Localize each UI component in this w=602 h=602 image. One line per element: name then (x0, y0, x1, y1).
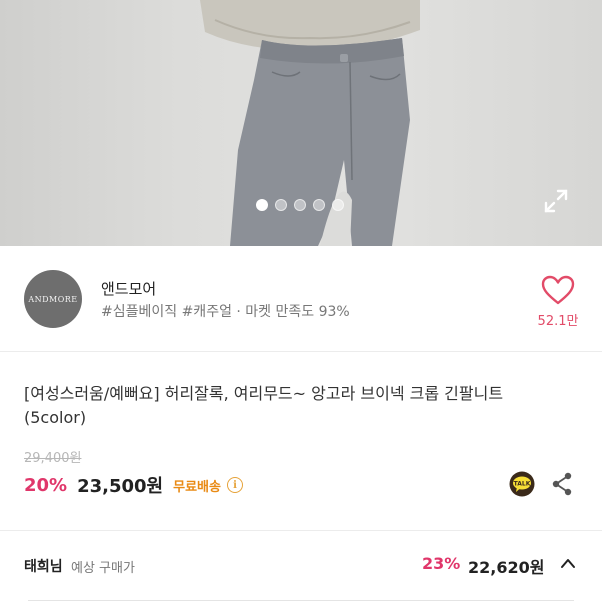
carousel-dot[interactable] (294, 199, 306, 211)
member-discount-rate: 23% (422, 554, 461, 573)
seller-row[interactable]: ANDMORE 앤드모어 #심플베이직 #캐주얼 · 마켓 만족도 93% (0, 246, 602, 352)
carousel-dot[interactable] (256, 199, 268, 211)
kakao-talk-icon[interactable]: TALK (509, 471, 535, 497)
product-image[interactable] (0, 0, 602, 246)
product-title: [여성스러움/예뻐요] 허리잘록, 여리무드~ 앙고라 브이넥 크롭 긴팔니트 … (24, 384, 504, 427)
chevron-up-icon[interactable] (560, 557, 576, 569)
seller-name[interactable]: 앤드모어 (101, 278, 156, 299)
section-divider (0, 530, 602, 531)
like-count: 52.1만 (537, 314, 579, 329)
kakao-talk-label: TALK (514, 481, 531, 488)
seller-logo-text: ANDMORE (28, 294, 78, 304)
member-name: 태희님 (24, 559, 63, 575)
carousel-indicator[interactable] (256, 199, 344, 211)
carousel-dot[interactable] (313, 199, 325, 211)
share-icon[interactable] (551, 472, 573, 496)
carousel-dot[interactable] (332, 199, 344, 211)
sale-price: 23,500원 (77, 476, 164, 497)
carousel-dot[interactable] (275, 199, 287, 211)
discount-rate: 20% (24, 474, 68, 496)
info-icon[interactable]: i (226, 477, 243, 493)
original-price: 29,400원 (24, 451, 82, 466)
heart-icon[interactable] (540, 274, 576, 306)
seller-logo[interactable]: ANDMORE (24, 270, 82, 328)
member-expected-price: 22,620원 (468, 558, 545, 577)
seller-tags: #심플베이직 #캐주얼 · 마켓 만족도 93% (101, 304, 350, 320)
section-divider (28, 600, 574, 601)
price-row: 20% 23,500원 무료배송 i (24, 472, 243, 498)
expand-icon[interactable] (542, 187, 570, 215)
free-shipping-badge: 무료배송 (173, 479, 221, 495)
expected-price-label: 예상 구매가 (71, 561, 135, 576)
